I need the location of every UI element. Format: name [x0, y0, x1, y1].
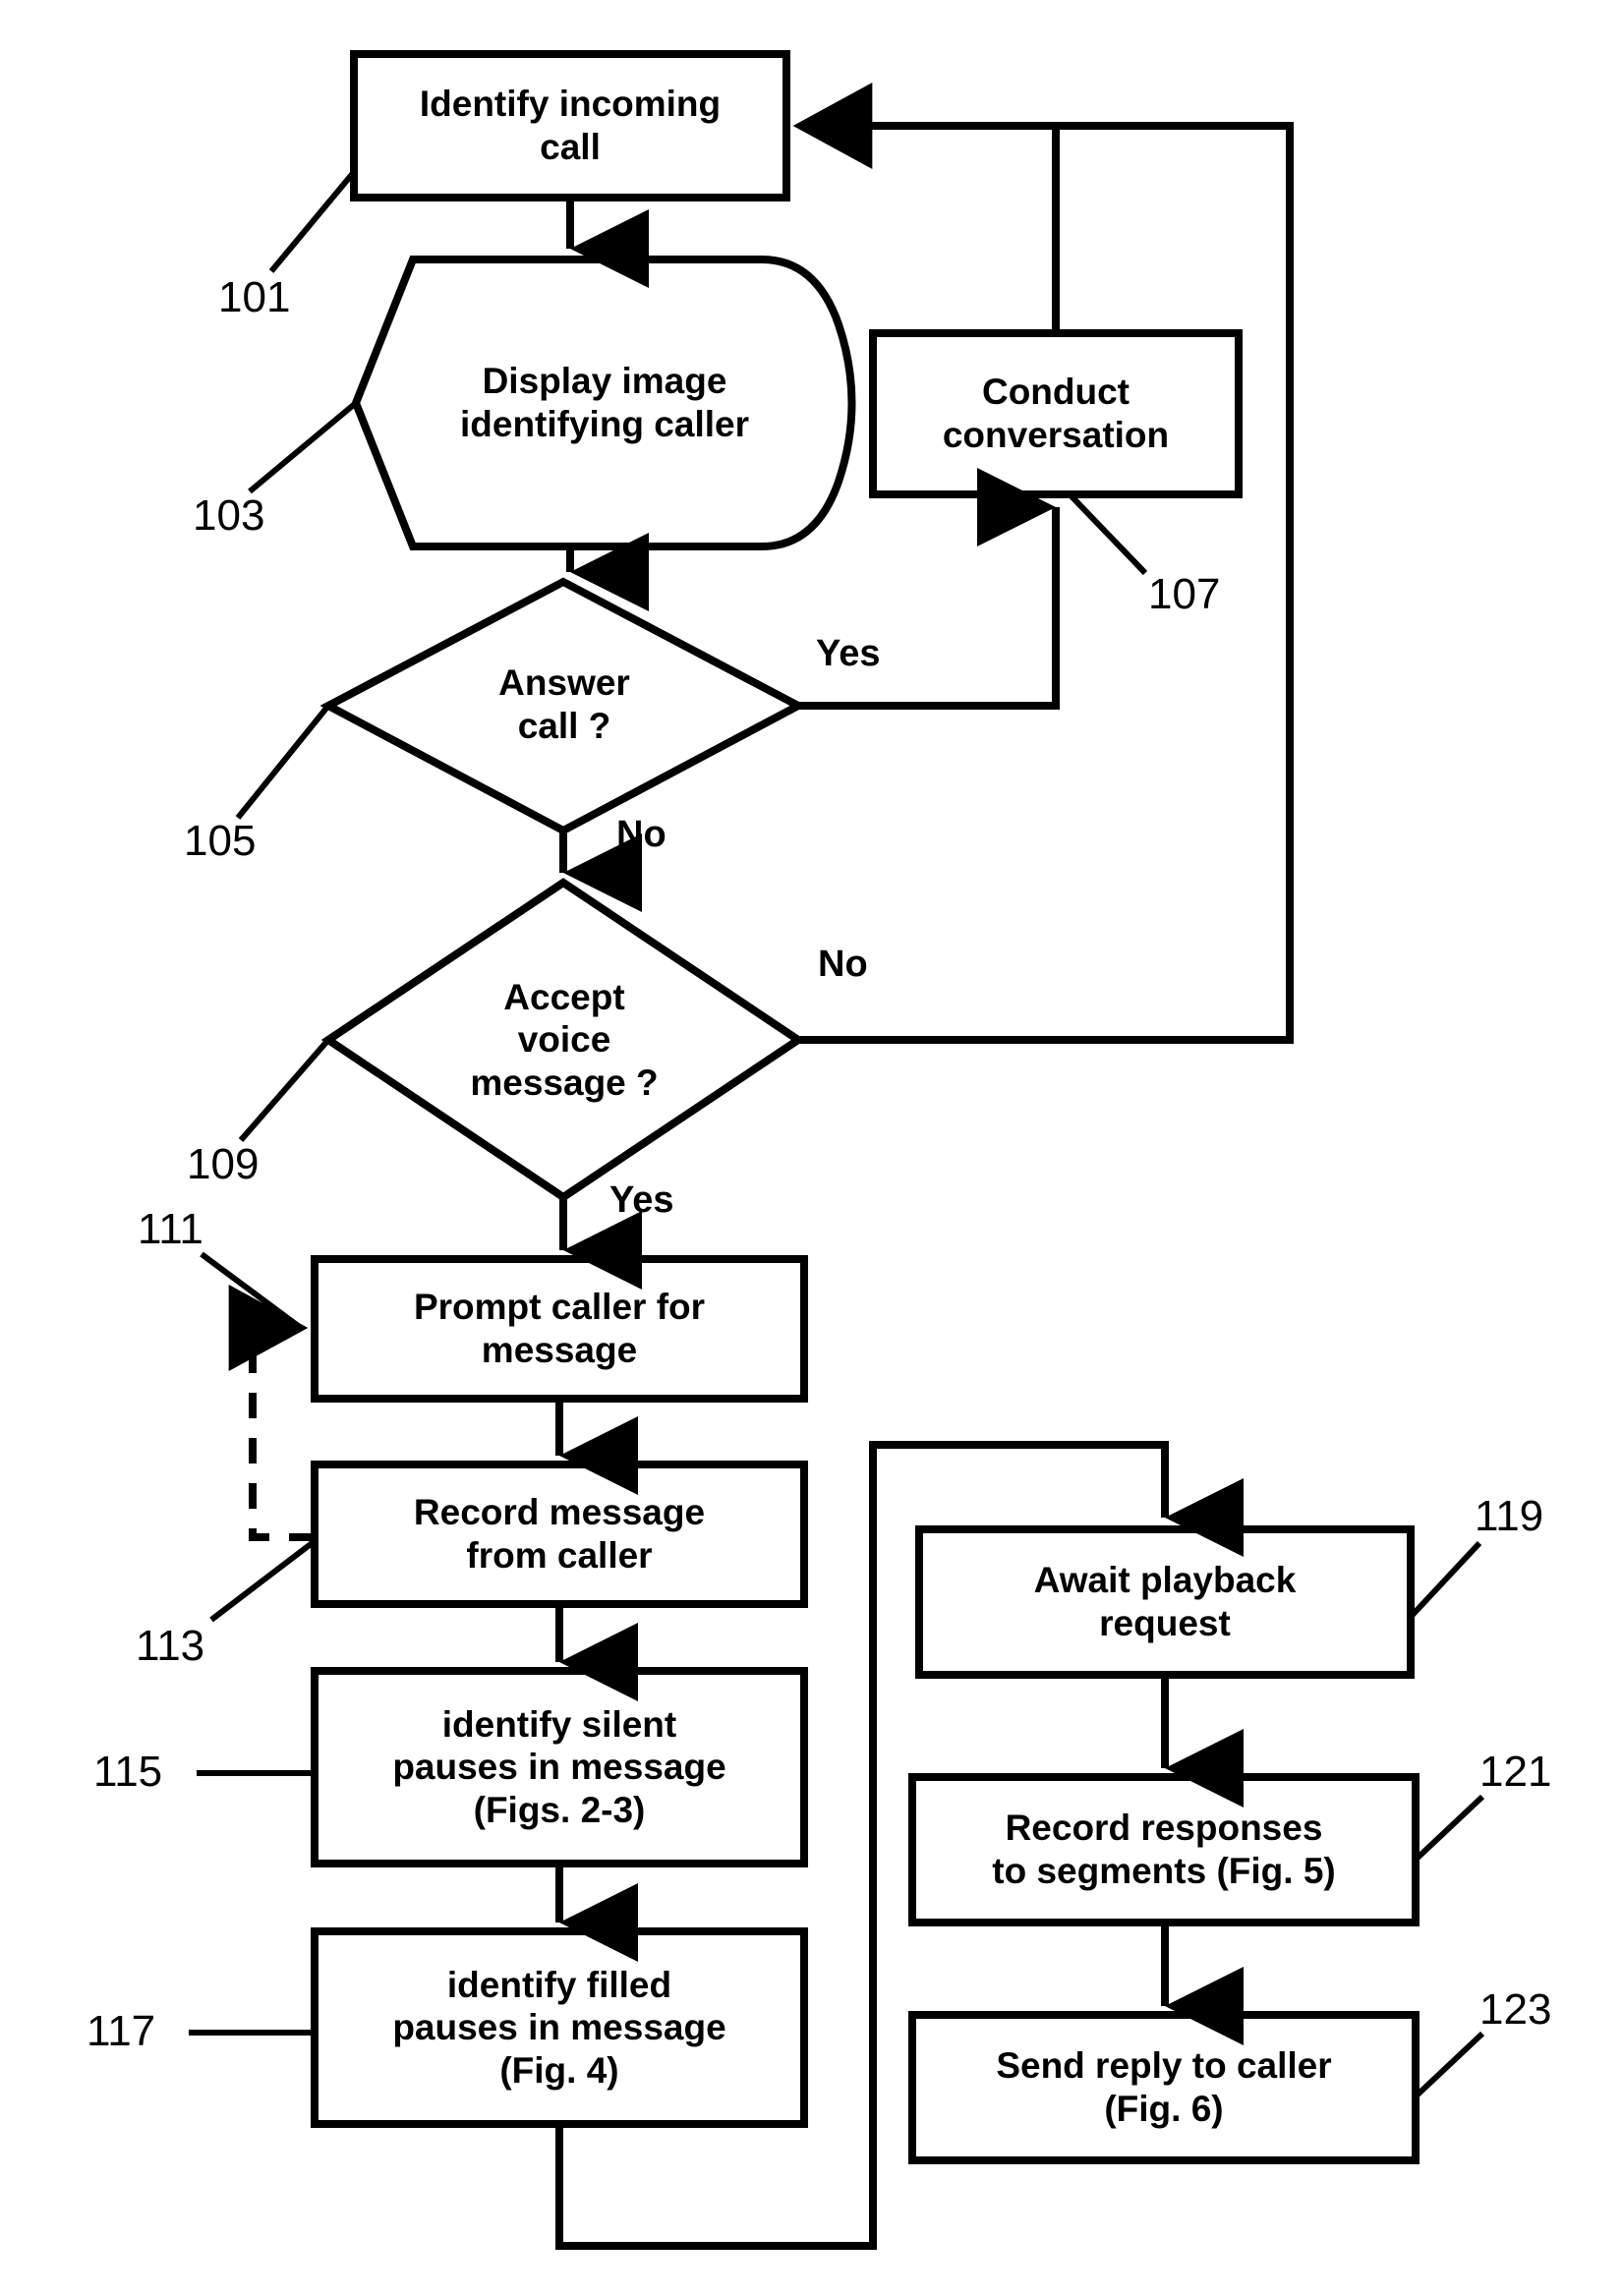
reference-numeral-105: 105 [184, 817, 257, 865]
node-shape-send-reply [908, 2011, 1420, 2164]
edge-label-accept-no: No [818, 944, 868, 985]
node-shape-record-message [311, 1461, 808, 1608]
reference-numeral-115: 115 [93, 1748, 163, 1796]
reference-numeral-101: 101 [218, 273, 291, 321]
edge-label-accept-yes: Yes [609, 1179, 674, 1221]
leader-107 [1069, 493, 1148, 576]
edge-conduct-to-identify [792, 83, 1060, 333]
edge-record-back-to-prompt-dashed [228, 1285, 315, 1541]
edge-label-answer-yes: Yes [816, 633, 881, 674]
edge-answer-yes-to-conduct [798, 468, 1060, 710]
reference-numeral-113: 113 [136, 1622, 205, 1670]
node-shape-identify-filled-pauses [311, 1927, 808, 2128]
node-shape-record-responses [908, 1773, 1420, 1926]
reference-numeral-109: 109 [187, 1140, 260, 1188]
leader-119 [1408, 1540, 1482, 1620]
leader-111 [200, 1251, 303, 1331]
leader-109 [238, 1038, 331, 1142]
node-shape-identify-incoming-call [350, 50, 790, 201]
reference-numeral-103: 103 [193, 491, 265, 540]
node-shape-await-playback [915, 1525, 1415, 1679]
node-shape-answer-call [319, 577, 807, 835]
reference-numeral-117: 117 [87, 2007, 156, 2055]
reference-numeral-123: 123 [1479, 1985, 1552, 2034]
leader-121 [1413, 1794, 1485, 1863]
reference-numeral-107: 107 [1148, 570, 1221, 618]
node-shape-identify-silent-pauses [311, 1667, 808, 1867]
node-shape-prompt-caller [311, 1255, 808, 1403]
leader-105 [235, 704, 331, 820]
leader-113 [209, 1538, 317, 1623]
reference-numeral-121: 121 [1479, 1748, 1552, 1796]
leader-123 [1413, 2031, 1485, 2099]
flowchart-figure: Identify incoming call Display image ide… [0, 0, 1623, 2296]
node-shape-accept-voice-message [320, 878, 806, 1202]
leader-103 [248, 400, 358, 494]
edge-label-answer-no: No [616, 814, 667, 855]
reference-numeral-111: 111 [138, 1205, 203, 1253]
leader-101 [268, 170, 357, 273]
reference-numeral-119: 119 [1475, 1492, 1544, 1540]
node-shape-conduct-conversation [869, 329, 1243, 498]
node-shape-display-image [351, 256, 856, 550]
